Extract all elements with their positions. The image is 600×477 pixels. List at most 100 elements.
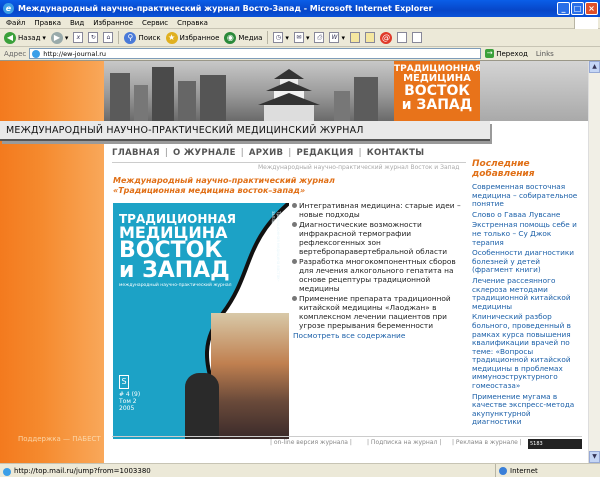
header-photo-right: [480, 61, 588, 121]
mailru-button[interactable]: @: [379, 31, 392, 44]
window-title: Международный научно-практический журнал…: [18, 4, 433, 13]
view-all-contents-link[interactable]: Посмотреть все содержание: [292, 331, 464, 340]
menu-view[interactable]: Вид: [70, 19, 84, 27]
skyscraper-shape: [110, 73, 130, 121]
search-label: Поиск: [138, 33, 161, 42]
discuss-button[interactable]: [349, 32, 360, 43]
pagoda-icon: [258, 69, 320, 121]
search-button[interactable]: ⚲ Поиск: [124, 31, 161, 44]
stop-button[interactable]: x: [73, 32, 84, 43]
forward-button[interactable]: ▶ ▾: [50, 31, 68, 44]
recent-item[interactable]: Особенности диагностики болезней у детей…: [472, 248, 582, 275]
cover-year: 2005: [119, 405, 135, 412]
messenger-button[interactable]: [364, 32, 375, 43]
nav-contacts[interactable]: КОНТАКТЫ: [367, 148, 425, 158]
media-button[interactable]: ◉ Медиа: [224, 31, 262, 44]
history-button[interactable]: ◷ ▾: [273, 32, 289, 43]
skyscraper-shape: [354, 77, 378, 121]
article-list: Интегративная медицина: старые идеи – но…: [292, 201, 464, 340]
recent-item[interactable]: Современная восточная медицина – собират…: [472, 182, 582, 209]
nav-about[interactable]: О ЖУРНАЛЕ: [173, 148, 236, 158]
menu-tools[interactable]: Сервис: [142, 19, 168, 27]
skyscraper-shape: [152, 67, 174, 121]
recent-item[interactable]: Клинический разбор больного, проведенный…: [472, 312, 582, 390]
cover-issue: # 4 (9) Том 2 2005: [119, 391, 140, 412]
home-button[interactable]: ⌂: [103, 32, 114, 43]
journal-cover-image[interactable]: ТРАДИЦИОННАЯ МЕДИЦИНА ВОСТОК и ЗАПАД меж…: [113, 203, 289, 439]
mail-button[interactable]: ✉ ▾: [293, 32, 309, 43]
address-label: Адрес: [4, 49, 27, 58]
links-button[interactable]: Links: [536, 50, 554, 58]
menu-bar: Файл Правка Вид Избранное Сервис Справка: [0, 17, 600, 29]
site-header-band: МЕЖДУНАРОДНЫЙ НАУЧНО-ПРАКТИЧЕСКИЙ МЕДИЦИ…: [0, 121, 490, 141]
support-credit[interactable]: Поддержка — ПАБЕСТ: [18, 435, 101, 443]
article-item[interactable]: Интегративная медицина: старые идеи – но…: [292, 201, 464, 219]
nav-divider: [112, 162, 466, 163]
window-title-bar: e Международный научно-практический журн…: [0, 0, 600, 17]
favorites-button[interactable]: ★ Избранное: [165, 31, 220, 44]
nav-archive[interactable]: АРХИВ: [249, 148, 283, 158]
skyscraper-shape: [334, 91, 350, 121]
cover-spine-text: Традиционная медицина восток–запад: [271, 211, 281, 282]
refresh-button[interactable]: ↻: [88, 32, 99, 43]
close-button[interactable]: ×: [585, 2, 598, 15]
maximize-button[interactable]: □: [571, 2, 584, 15]
forward-arrow-icon: ▶: [50, 31, 63, 44]
search-icon: ⚲: [124, 31, 137, 44]
article-item[interactable]: Применение препарата традиционной китайс…: [292, 294, 464, 330]
recent-item[interactable]: Экстренная помощь себе и не только – Су …: [472, 221, 582, 247]
article-item[interactable]: Диагностические возможности инфракрасной…: [292, 220, 464, 256]
cover-s-logo: S: [119, 375, 129, 389]
minimize-button[interactable]: _: [557, 2, 570, 15]
scroll-up-arrow-icon[interactable]: ▲: [589, 61, 600, 73]
header-photo: [104, 61, 394, 121]
recent-additions: Последние добавления Современная восточн…: [472, 159, 582, 429]
main-nav: ГЛАВНАЯ | О ЖУРНАЛЕ | АРХИВ | РЕДАКЦИЯ | КОН…: [112, 148, 425, 158]
menu-edit[interactable]: Правка: [34, 19, 61, 27]
cover-photo: [211, 313, 289, 439]
edit-button[interactable]: W ▾: [329, 32, 345, 43]
recent-item[interactable]: Применение мугама в качестве экспресс-ме…: [472, 392, 582, 427]
go-label: Переход: [496, 49, 528, 58]
home-icon: ⌂: [103, 32, 114, 43]
go-button[interactable]: → Переход: [485, 49, 528, 58]
journal-logo[interactable]: ТРАДИЦИОННАЯ МЕДИЦИНА ВОСТОК и ЗАПАД: [394, 61, 482, 121]
print-button[interactable]: ⎙: [314, 32, 325, 43]
nav-home[interactable]: ГЛАВНАЯ: [112, 148, 160, 158]
skyscraper-shape: [134, 85, 148, 121]
go-arrow-icon: →: [485, 49, 495, 58]
windows-logo-icon: [574, 17, 598, 29]
recent-heading: Последние добавления: [472, 159, 535, 179]
history-icon: ◷: [273, 32, 284, 43]
address-url: http://ew-journal.ru: [43, 49, 107, 58]
tool2-button[interactable]: [411, 32, 422, 43]
tool1-button[interactable]: [396, 32, 407, 43]
page-viewport: Поддержка — ПАБЕСТ ТРАДИЦИОННАЯ МЕДИЦИНА…: [0, 61, 588, 463]
scroll-down-arrow-icon[interactable]: ▼: [589, 451, 600, 463]
favorites-label: Избранное: [179, 33, 220, 42]
cover-figure: [185, 373, 219, 439]
cover-subtitle: международный научно-практический журнал: [119, 283, 232, 288]
vertical-scrollbar[interactable]: ▲ ▼: [588, 61, 600, 463]
menu-favorites[interactable]: Избранное: [93, 19, 133, 27]
visit-counter[interactable]: 5183: [528, 439, 582, 449]
subscription-link[interactable]: | Подписка на журнал |: [367, 439, 441, 446]
folder-icon: [349, 32, 360, 43]
menu-help[interactable]: Справка: [177, 19, 208, 27]
address-bar: Адрес http://ew-journal.ru → Переход Link…: [0, 47, 600, 61]
address-input[interactable]: http://ew-journal.ru: [29, 48, 482, 59]
article-item[interactable]: Разработка многокомпонентных сборов для …: [292, 257, 464, 293]
menu-file[interactable]: Файл: [6, 19, 25, 27]
note-icon: [364, 32, 375, 43]
advertising-link[interactable]: | Реклама в журнале |: [452, 439, 522, 446]
online-version-link[interactable]: | on-line версия журнала |: [270, 439, 352, 446]
cover-issue-number: # 4 (9): [119, 391, 141, 398]
back-button[interactable]: ◀ Назад ▾: [4, 31, 46, 44]
status-bar: http://top.mail.ru/jump?from=1003380 Int…: [0, 463, 600, 477]
recent-item[interactable]: Лечение рассеянного склероза методами тр…: [472, 276, 582, 311]
page-icon: [32, 49, 41, 58]
nav-editorial[interactable]: РЕДАКЦИЯ: [297, 148, 354, 158]
skyscraper-shape: [178, 81, 196, 121]
edit-icon: W: [329, 32, 340, 43]
recent-item[interactable]: Слово о Гаваа Лувсане: [472, 210, 582, 220]
